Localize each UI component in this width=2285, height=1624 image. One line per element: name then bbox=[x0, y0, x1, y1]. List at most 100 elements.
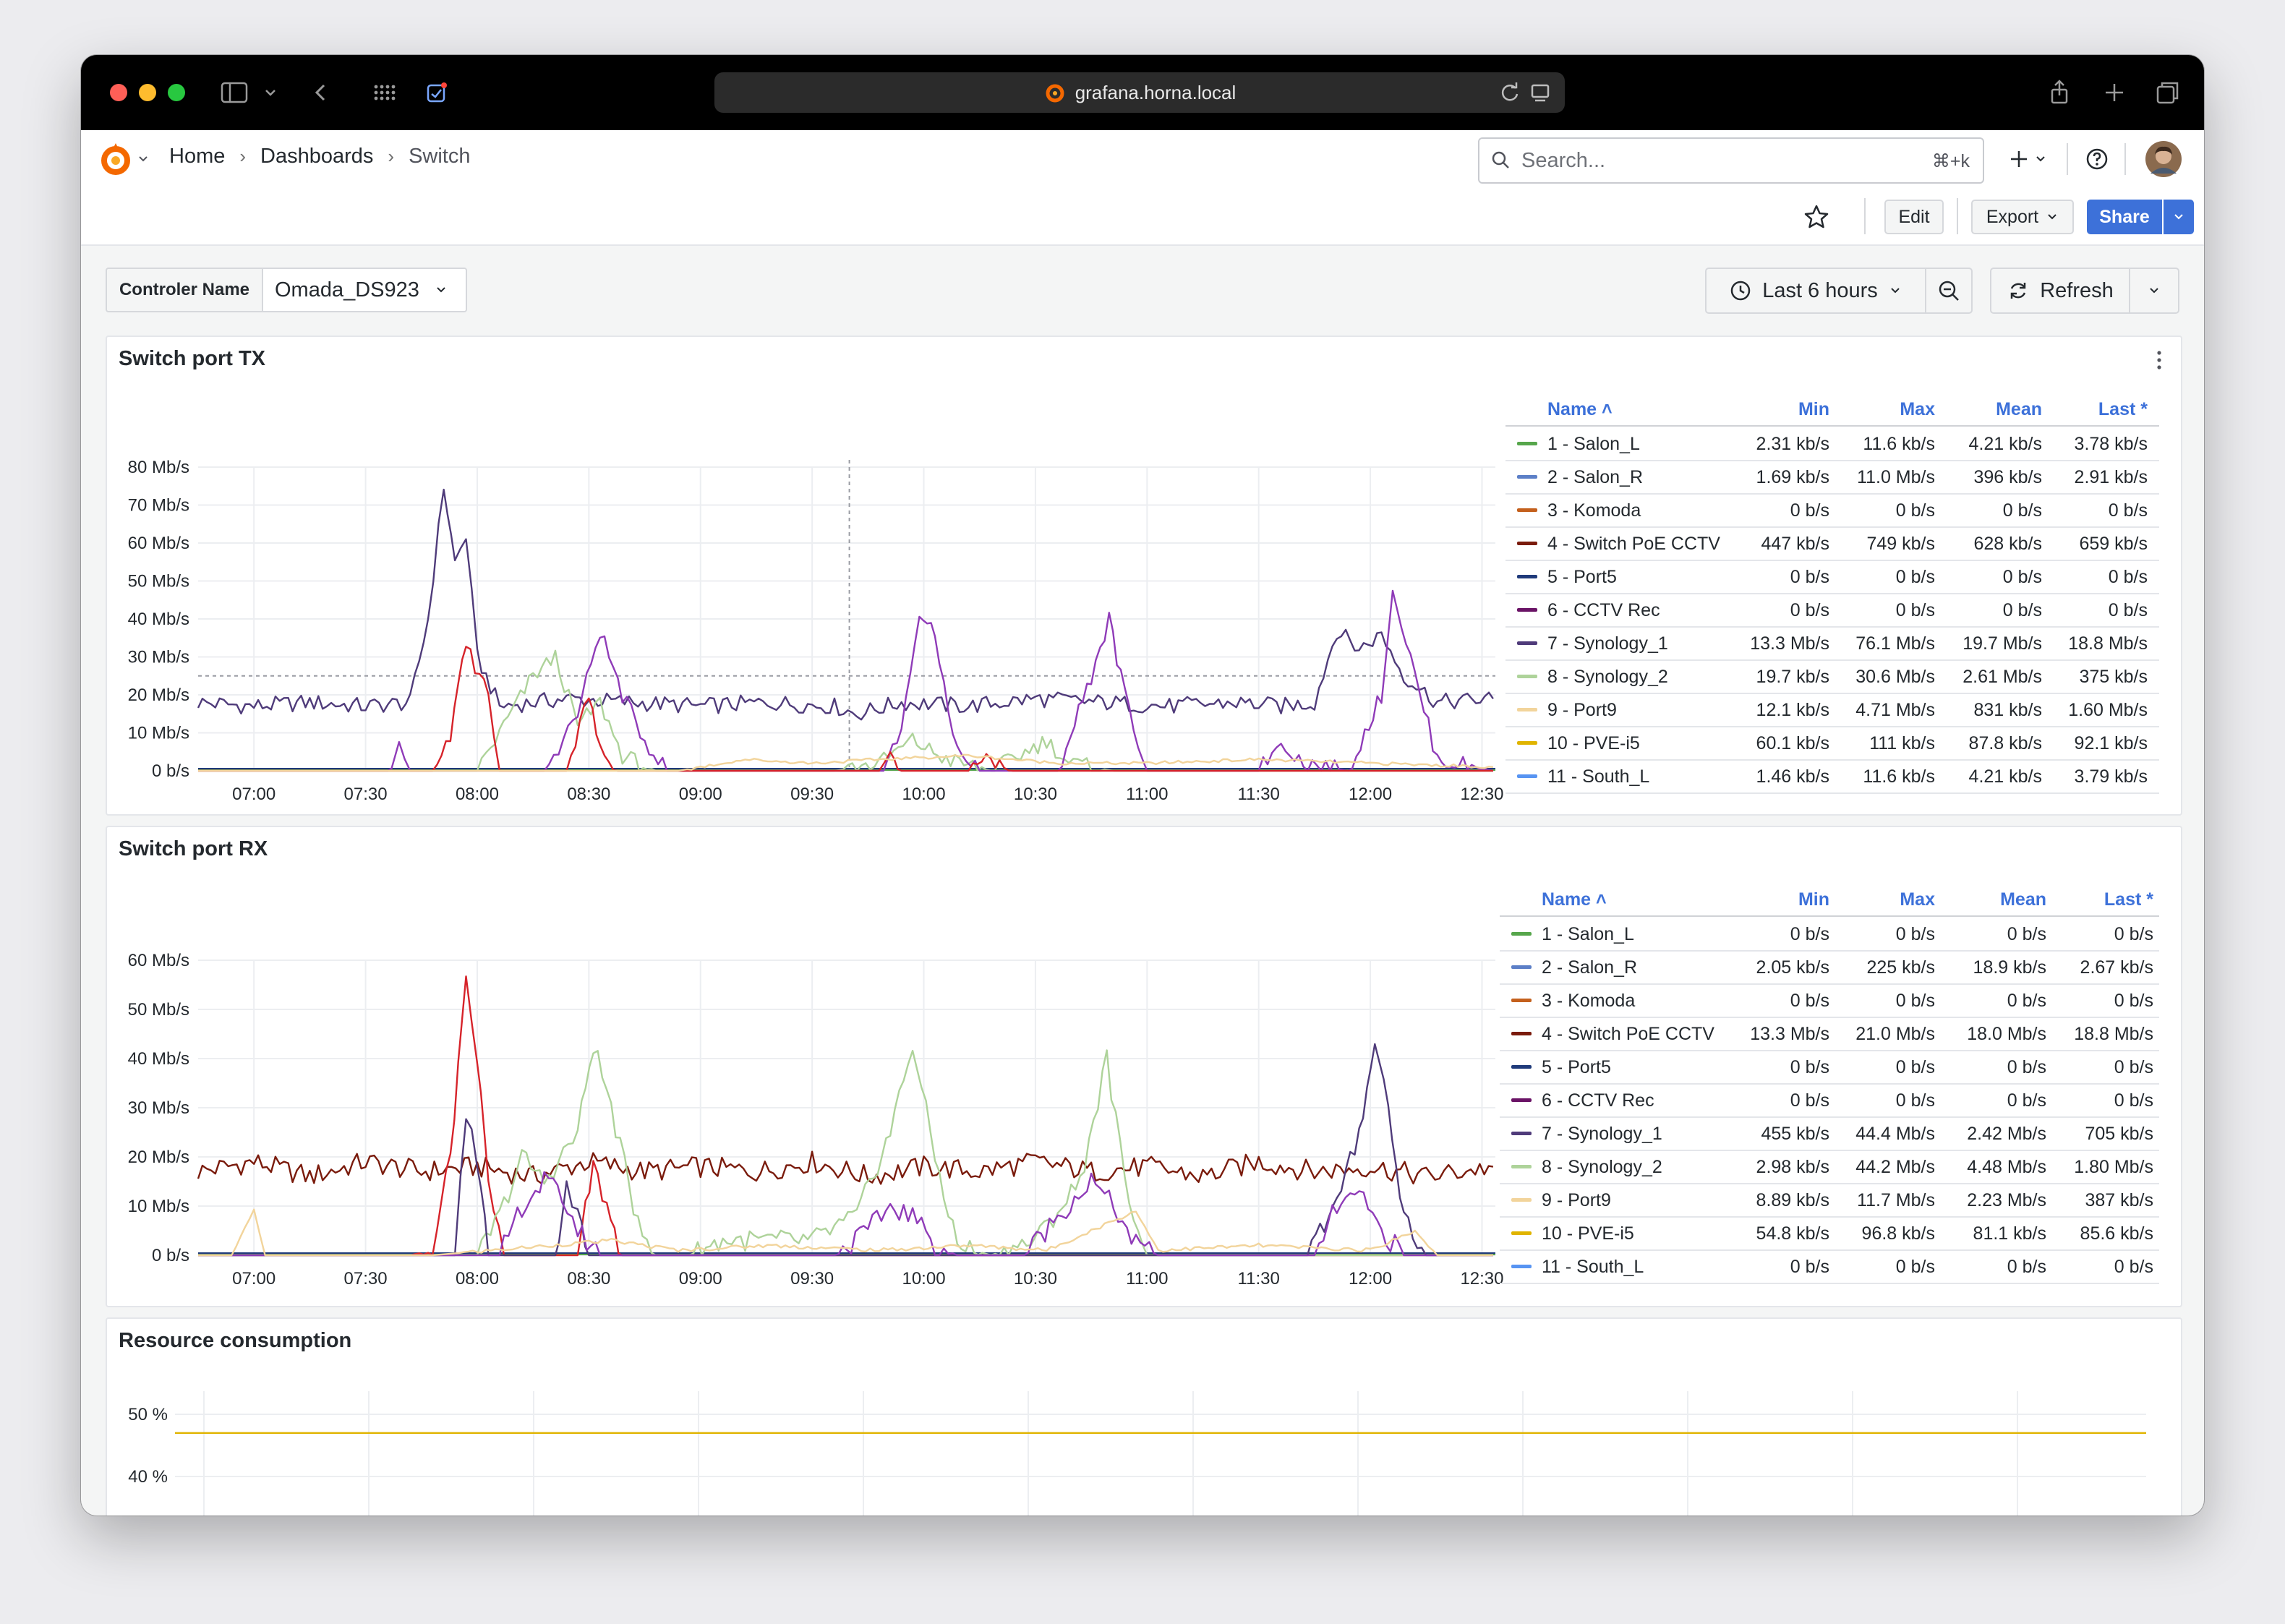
breadcrumb-dashboards[interactable]: Dashboards bbox=[260, 145, 373, 168]
sidebar-toggle-icon[interactable] bbox=[218, 77, 250, 108]
legend-row[interactable]: 8 - Synology_2 19.7 kb/s 30.6 Mb/s 2.61 Mb/… bbox=[1505, 659, 2159, 694]
dashboard-toolbar: Edit Export Share bbox=[81, 188, 2204, 246]
legend-row[interactable]: 3 - Komoda 0 b/s 0 b/s 0 b/s 0 b/s bbox=[1500, 983, 2159, 1018]
legend-cell-last: 1.80 Mb/s bbox=[2074, 1157, 2153, 1177]
legend-header-name[interactable]: Name ˄ bbox=[1547, 399, 1613, 420]
legend-row[interactable]: 1 - Salon_L 2.31 kb/s 11.6 kb/s 4.21 kb/s 3.… bbox=[1505, 427, 2159, 461]
legend-cell-max: 0 b/s bbox=[1895, 567, 1935, 587]
refresh-label: Refresh bbox=[2040, 278, 2114, 302]
reload-icon[interactable] bbox=[1495, 78, 1524, 107]
share-options-button[interactable] bbox=[2164, 200, 2194, 234]
y-tick-label: 30 Mb/s bbox=[128, 648, 189, 667]
series-line-6-cctv-rec[interactable] bbox=[198, 589, 1494, 772]
resource-timeseries-chart[interactable]: 40 % 50 % bbox=[107, 1377, 2181, 1516]
back-arrow-icon[interactable] bbox=[305, 77, 337, 108]
legend-row[interactable]: 11 - South_L 0 b/s 0 b/s 0 b/s 0 b/s bbox=[1500, 1249, 2159, 1284]
legend-row[interactable]: 4 - Switch PoE CCTV 13.3 Mb/s 21.0 Mb/s 18.… bbox=[1500, 1017, 2159, 1051]
time-range-picker[interactable]: Last 6 hours bbox=[1705, 268, 1926, 314]
legend-row[interactable]: 7 - Synology_1 13.3 Mb/s 76.1 Mb/s 19.7 Mb/… bbox=[1505, 626, 2159, 661]
breadcrumb-home[interactable]: Home bbox=[169, 145, 225, 168]
legend-header-mean[interactable]: Mean bbox=[2000, 889, 2046, 910]
legend-color-swatch bbox=[1511, 999, 1532, 1002]
chevron-down-icon[interactable] bbox=[255, 77, 286, 108]
legend-row[interactable]: 4 - Switch PoE CCTV 447 kb/s 749 kb/s 628 k… bbox=[1505, 526, 2159, 561]
legend-row[interactable]: 9 - Port9 8.89 kb/s 11.7 Mb/s 2.23 Mb/s 387 … bbox=[1500, 1183, 2159, 1218]
series-line-6-cctv-rec[interactable] bbox=[198, 1171, 1493, 1257]
refresh-button[interactable]: Refresh bbox=[1990, 268, 2130, 314]
legend-row[interactable]: 5 - Port5 0 b/s 0 b/s 0 b/s 0 b/s bbox=[1505, 560, 2159, 594]
share-icon[interactable] bbox=[2043, 77, 2075, 108]
legend-row[interactable]: 6 - CCTV Rec 0 b/s 0 b/s 0 b/s 0 b/s bbox=[1500, 1083, 2159, 1118]
edit-button[interactable]: Edit bbox=[1884, 200, 1944, 234]
legend-header-min[interactable]: Min bbox=[1798, 399, 1829, 420]
x-tick-label: 09:00 bbox=[679, 1269, 722, 1288]
legend-header-min[interactable]: Min bbox=[1798, 889, 1829, 910]
extension-icon[interactable] bbox=[421, 77, 453, 108]
tx-timeseries-chart[interactable]: 0 b/s 10 Mb/s 20 Mb/s 30 Mb/s 40 Mb/s 50 Mb/s… bbox=[107, 395, 1510, 814]
new-tab-icon[interactable] bbox=[2098, 77, 2130, 108]
legend-row[interactable]: 10 - PVE-i5 54.8 kb/s 96.8 kb/s 81.1 kb/s 85… bbox=[1500, 1216, 2159, 1251]
legend-header-max[interactable]: Max bbox=[1900, 399, 1935, 420]
legend-cell-min: 2.98 kb/s bbox=[1756, 1157, 1829, 1177]
legend-row[interactable]: 2 - Salon_R 1.69 kb/s 11.0 Mb/s 396 kb/s 2.9… bbox=[1505, 460, 2159, 495]
close-window-button[interactable] bbox=[110, 84, 127, 101]
series-line-8-synology-2[interactable] bbox=[198, 649, 1493, 772]
legend-header-name[interactable]: Name ˄ bbox=[1542, 889, 1607, 910]
legend-header-max[interactable]: Max bbox=[1900, 889, 1935, 910]
legend-row[interactable]: 3 - Komoda 0 b/s 0 b/s 0 b/s 0 b/s bbox=[1505, 493, 2159, 528]
series-line-7-synology-1[interactable] bbox=[198, 1043, 1493, 1257]
legend-row[interactable]: 10 - PVE-i5 60.1 kb/s 111 kb/s 87.8 kb/s 92.… bbox=[1505, 726, 2159, 761]
panel-menu-icon[interactable] bbox=[2146, 346, 2172, 375]
legend-cell-last: 18.8 Mb/s bbox=[2068, 633, 2148, 654]
legend-cell-mean: 0 b/s bbox=[2007, 924, 2046, 944]
chevron-down-icon[interactable] bbox=[2033, 152, 2048, 166]
reader-icon[interactable] bbox=[1526, 78, 1555, 107]
apps-grid-icon[interactable] bbox=[367, 77, 399, 108]
controller-name-select[interactable]: Omada_DS923 bbox=[262, 268, 467, 312]
tab-overview-icon[interactable] bbox=[2152, 77, 2184, 108]
minimize-window-button[interactable] bbox=[139, 84, 156, 101]
legend-header-last[interactable]: Last * bbox=[2104, 889, 2153, 910]
help-icon[interactable] bbox=[2084, 146, 2110, 172]
series-line-7-synology-1[interactable] bbox=[197, 488, 1494, 721]
star-icon[interactable] bbox=[1802, 202, 1831, 231]
legend-row[interactable]: 5 - Port5 0 b/s 0 b/s 0 b/s 0 b/s bbox=[1500, 1050, 2159, 1085]
chevron-down-icon bbox=[437, 287, 445, 293]
legend-cell-max: 749 kb/s bbox=[1866, 534, 1935, 554]
address-bar[interactable]: grafana.horna.local bbox=[714, 72, 1565, 113]
legend-cell-name: 11 - South_L bbox=[1542, 1257, 1644, 1277]
maximize-window-button[interactable] bbox=[168, 84, 185, 101]
legend-header-last[interactable]: Last * bbox=[2098, 399, 2148, 420]
grafana-logo-icon[interactable] bbox=[97, 139, 137, 179]
legend-row[interactable]: 6 - CCTV Rec 0 b/s 0 b/s 0 b/s 0 b/s bbox=[1505, 593, 2159, 628]
legend-row[interactable]: 9 - Port9 12.1 kb/s 4.71 Mb/s 831 kb/s 1.60 … bbox=[1505, 693, 2159, 727]
legend-color-swatch bbox=[1511, 1265, 1532, 1268]
chevron-down-icon[interactable] bbox=[136, 152, 150, 166]
x-tick-label: 09:00 bbox=[679, 785, 722, 804]
series-line-8-synology-2[interactable] bbox=[198, 1049, 1493, 1257]
y-tick-label: 30 Mb/s bbox=[128, 1098, 189, 1118]
user-avatar[interactable] bbox=[2145, 140, 2182, 178]
rx-timeseries-chart[interactable]: 0 b/s 10 Mb/s 20 Mb/s 30 Mb/s 40 Mb/s 50 Mb/s… bbox=[107, 879, 1510, 1306]
y-tick-label: 50 % bbox=[128, 1405, 168, 1424]
legend-cell-min: 0 b/s bbox=[1790, 600, 1829, 620]
refresh-interval-button[interactable] bbox=[2129, 268, 2179, 314]
search-input[interactable]: Search... ⌘+k bbox=[1478, 137, 1984, 184]
series-line-4-switch-poe-cctv[interactable] bbox=[198, 646, 1493, 772]
legend-row[interactable]: 8 - Synology_2 2.98 kb/s 44.2 Mb/s 4.48 Mb/… bbox=[1500, 1150, 2159, 1184]
legend-row[interactable]: 2 - Salon_R 2.05 kb/s 225 kb/s 18.9 kb/s 2.6… bbox=[1500, 950, 2159, 985]
series-line-2-salon-r[interactable] bbox=[198, 975, 1493, 1257]
add-icon[interactable] bbox=[2006, 146, 2032, 172]
legend-cell-name: 2 - Salon_R bbox=[1547, 467, 1644, 487]
legend-row[interactable]: 7 - Synology_1 455 kb/s 44.4 Mb/s 2.42 Mb/s… bbox=[1500, 1116, 2159, 1151]
legend-header: Name ˄ Min Max Mean Last * bbox=[1505, 395, 2159, 427]
legend-cell-min: 13.3 Mb/s bbox=[1750, 1024, 1829, 1044]
export-button[interactable]: Export bbox=[1971, 200, 2074, 234]
legend-row[interactable]: 11 - South_L 1.46 kb/s 11.6 kb/s 4.21 kb/s 3… bbox=[1505, 759, 2159, 794]
legend-cell-last: 3.78 kb/s bbox=[2074, 434, 2148, 454]
legend-header-mean[interactable]: Mean bbox=[1996, 399, 2042, 420]
zoom-out-button[interactable] bbox=[1925, 268, 1973, 314]
legend-row[interactable]: 1 - Salon_L 0 b/s 0 b/s 0 b/s 0 b/s bbox=[1500, 917, 2159, 952]
legend-cell-last: 0 b/s bbox=[2108, 567, 2148, 587]
share-button[interactable]: Share bbox=[2087, 200, 2162, 234]
